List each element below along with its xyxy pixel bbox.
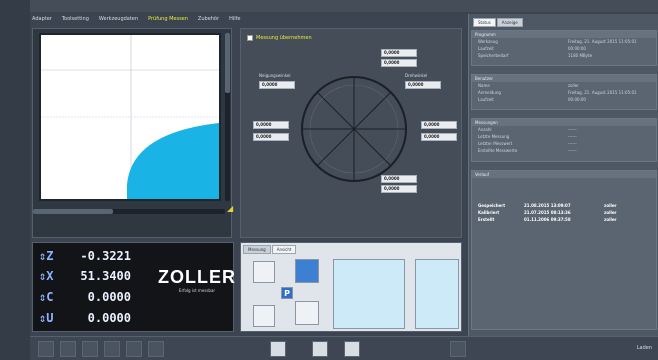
dro-axis-label: ⇕Z — [39, 249, 54, 263]
tool-edge-icon[interactable] — [253, 261, 275, 283]
kv-row: Speicherbedarf 1180 MByte — [478, 53, 593, 58]
dro-value: -0.3221 — [80, 249, 131, 263]
menu-item-toolsetting[interactable]: Toolsetting — [62, 16, 89, 22]
viewport-horizontal-scrollbar[interactable] — [33, 209, 225, 214]
logo-text: ZOLLER — [158, 267, 236, 287]
section-title: Programm — [472, 31, 656, 38]
pen-icon[interactable] — [295, 259, 319, 283]
history-section: Verlauf Gespeichert 21.08.2015 13:09:07 zo… — [471, 170, 657, 330]
tab-anzeige[interactable]: Anzeige — [496, 18, 523, 27]
top-strip — [0, 0, 658, 12]
tab-ansicht[interactable]: Ansicht — [271, 245, 297, 254]
angle-field-left-2[interactable]: 0,0000 — [253, 133, 289, 141]
toolbar-button[interactable] — [60, 341, 76, 357]
menu-item-zubehoer[interactable]: Zubehör — [198, 16, 219, 22]
program-section: Programm Werkzeug Freitag, 21. August 201… — [471, 30, 657, 66]
rotation-icon[interactable] — [415, 259, 459, 329]
right-angle-label: Drehwinkel — [405, 73, 428, 78]
measurements-section: Messungen Anzahl ------ Letzte Messung ---… — [471, 118, 657, 162]
dro-axis-label: ⇕C — [39, 290, 54, 304]
toolbar-button[interactable] — [104, 341, 120, 357]
toolbar-button[interactable] — [82, 341, 98, 357]
dro-value: 0.0000 — [87, 290, 131, 304]
dro-value: 0.0000 — [87, 311, 131, 325]
tab-messung[interactable]: Messung — [243, 245, 271, 254]
menu-item-werkzeugdaten[interactable]: Werkzeugdaten — [99, 16, 138, 22]
toolbar-print-icon[interactable] — [270, 341, 286, 357]
kv-row: Erstellte Messwerte ------ — [478, 148, 577, 153]
viewport-graphic — [41, 35, 219, 199]
angle-field-left[interactable]: 0,0000 — [259, 81, 295, 89]
kv-row: Letzte Messung ------ — [478, 134, 577, 139]
history-row: Kalibriert 21.07.2015 08:13:36 zoller — [478, 210, 617, 215]
angle-measurement-panel: Messung übernehmen Neigungswinkel 0,0000… — [240, 28, 462, 238]
kv-row: Name zoller — [478, 83, 579, 88]
line-icon[interactable] — [295, 301, 319, 325]
status-panel: Status Anzeige Programm Werkzeug Freitag,… — [468, 14, 658, 336]
measurement-viewport-frame: ◢ — [32, 28, 235, 238]
toolbar-right-label[interactable]: Laden — [637, 345, 652, 351]
status-tabs: Status Anzeige — [473, 18, 523, 27]
angle-field-top-2[interactable]: 0,0000 — [381, 59, 417, 67]
toolbar-button[interactable] — [148, 341, 164, 357]
menu-item-adapter[interactable]: Adapter — [32, 16, 52, 22]
menu-item-hilfe[interactable]: Hilfe — [229, 16, 240, 22]
dro-axis-label: ⇕X — [39, 269, 54, 283]
digital-readout: ⇕Z -0.3221 ⇕X 51.3400 ⇕C 0.0000 ⇕U 0.000… — [32, 242, 235, 332]
kv-row: Letzter Messwert ------ — [478, 141, 577, 146]
viewport-vertical-scrollbar[interactable] — [225, 33, 230, 201]
section-title: Messungen — [472, 119, 656, 126]
tool-corner-icon[interactable] — [253, 305, 275, 327]
bottom-toolbar: Laden — [30, 336, 658, 360]
zoom-icon[interactable]: ◢ — [227, 205, 235, 213]
crosshair-move-icon[interactable] — [333, 259, 405, 329]
angle-field-right[interactable]: 0,0000 — [405, 81, 441, 89]
toolbar-button[interactable] — [450, 341, 466, 357]
p-icon[interactable]: P — [281, 287, 293, 299]
measurement-tools-panel: Messung Ansicht P — [240, 242, 462, 332]
tool-silhouette — [127, 123, 219, 199]
user-section: Benutzer Name zoller Anmeldung Freitag, 21… — [471, 74, 657, 110]
section-title: Verlauf — [472, 171, 656, 178]
dro-row-x: ⇕X 51.3400 — [39, 267, 159, 285]
history-row: Gespeichert 21.08.2015 13:09:07 zoller — [478, 203, 617, 208]
history-row: Erstellt 01.11.2006 09:37:58 zoller — [478, 217, 617, 222]
kv-row: Werkzeug Freitag, 21. August 2015 11:05:0… — [478, 39, 637, 44]
logo-subtitle: Erfolg ist messbar — [178, 288, 216, 293]
toolbar-button[interactable] — [38, 341, 54, 357]
angle-field-right-2[interactable]: 0,0000 — [421, 133, 457, 141]
toolbar-edit-icon[interactable] — [344, 341, 360, 357]
angle-field-top-1[interactable]: 0,0000 — [381, 49, 417, 57]
zoller-logo: ZOLLER Erfolg ist messbar — [158, 267, 235, 307]
tools-tabs: Messung Ansicht — [243, 245, 297, 254]
dro-row-c: ⇕C 0.0000 — [39, 288, 159, 306]
menu-bar: Adapter Toolsetting Werkzeugdaten Prüfun… — [30, 14, 460, 24]
left-angle-label: Neigungswinkel — [259, 73, 291, 78]
toolbar-button[interactable] — [126, 341, 142, 357]
kv-row: Laufzeit 00:00:00 — [478, 46, 586, 51]
dro-row-z: ⇕Z -0.3221 — [39, 247, 159, 265]
dro-value: 51.3400 — [80, 269, 131, 283]
section-title: Benutzer — [472, 75, 656, 82]
dro-row-u: ⇕U 0.0000 — [39, 309, 159, 327]
dro-axis-label: ⇕U — [39, 311, 54, 325]
angle-field-right-1[interactable]: 0,0000 — [421, 121, 457, 129]
measurement-viewport[interactable] — [39, 33, 221, 201]
kv-row: Laufzeit 00:00:00 — [478, 97, 586, 102]
tab-status[interactable]: Status — [473, 18, 496, 27]
kv-row: Anmeldung Freitag, 21. August 2015 11:05:… — [478, 90, 637, 95]
angle-field-bottom-1[interactable]: 0,0000 — [381, 175, 417, 183]
menu-item-pruefung[interactable]: Prüfung Messen — [148, 16, 188, 22]
angle-field-bottom-2[interactable]: 0,0000 — [381, 185, 417, 193]
toolbar-tool-icon[interactable] — [312, 341, 328, 357]
angle-field-left-1[interactable]: 0,0000 — [253, 121, 289, 129]
kv-row: Anzahl ------ — [478, 127, 577, 132]
left-strip — [0, 0, 30, 360]
